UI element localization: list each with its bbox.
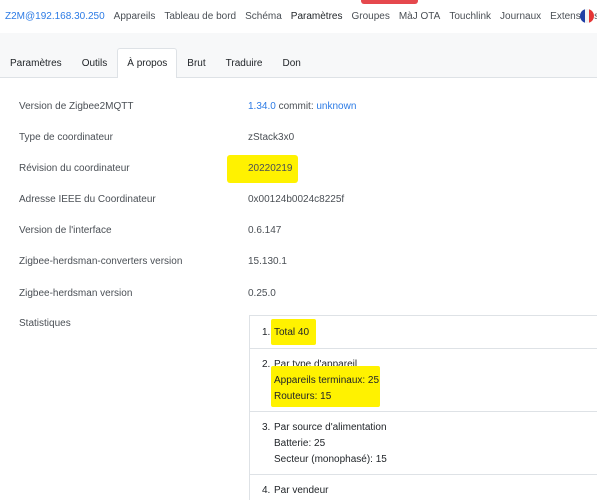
tab-about[interactable]: À propos xyxy=(117,48,178,78)
french-flag-icon[interactable] xyxy=(580,9,594,23)
nav-logs[interactable]: Journaux xyxy=(500,11,541,22)
coordinator-type-label: Type de coordinateur xyxy=(19,132,113,143)
coordinator-revision-value: 20220219 xyxy=(248,163,293,174)
stat-battery: Batterie: 25 xyxy=(274,438,326,449)
stat-number: 1. xyxy=(262,327,271,338)
nav-settings[interactable]: Paramètres xyxy=(291,11,343,22)
ieee-address-label: Adresse IEEE du Coordinateur xyxy=(19,194,156,205)
z2m-version-label: Version de Zigbee2MQTT xyxy=(19,101,134,112)
frontend-version-label: Version de l'interface xyxy=(19,225,112,236)
stat-mains: Secteur (monophasé): 15 xyxy=(274,454,387,465)
stat-by-power: 3. Par source d'alimentation Batterie: 2… xyxy=(250,411,597,474)
nav-touchlink[interactable]: Touchlink xyxy=(449,11,491,22)
zhc-version-value: 15.130.1 xyxy=(248,256,287,267)
nav-ota[interactable]: MàJ OTA xyxy=(399,11,440,22)
frontend-version-value: 0.6.147 xyxy=(248,225,282,236)
coordinator-type-value: zStack3x0 xyxy=(248,132,295,143)
stat-number: 2. xyxy=(262,359,271,370)
commit-label: commit: xyxy=(278,101,314,112)
brand-link[interactable]: Z2M@192.168.30.250 xyxy=(5,11,105,22)
nav-dashboard[interactable]: Tableau de bord xyxy=(164,11,236,22)
zhc-version-label: Zigbee-herdsman-converters version xyxy=(19,256,183,267)
top-navbar: Z2M@192.168.30.250 Appareils Tableau de … xyxy=(0,0,597,33)
tab-tools[interactable]: Outils xyxy=(72,48,118,78)
stat-number: 4. xyxy=(262,485,271,496)
stat-end-devices: Appareils terminaux: 25 xyxy=(274,375,380,386)
settings-tabs: Paramètres Outils À propos Brut Traduire… xyxy=(0,48,311,78)
tab-settings[interactable]: Paramètres xyxy=(0,48,72,78)
notification-badge[interactable] xyxy=(361,0,418,4)
zh-version-value: 0.25.0 xyxy=(248,288,276,299)
z2m-version-value: 1.34.0 commit: unknown xyxy=(248,101,356,112)
tab-translate[interactable]: Traduire xyxy=(216,48,273,78)
zh-version-label: Zigbee-herdsman version xyxy=(19,288,133,299)
stat-routers: Routeurs: 15 xyxy=(274,391,332,402)
stat-by-type: 2. Par type d'appareil Appareils termina… xyxy=(250,348,597,411)
stat-by-vendor-title: Par vendeur xyxy=(274,485,329,496)
tab-raw[interactable]: Brut xyxy=(177,48,215,78)
nav-map[interactable]: Schéma xyxy=(245,11,282,22)
nav-groups[interactable]: Groupes xyxy=(351,11,389,22)
statistics-label: Statistiques xyxy=(19,318,71,329)
z2m-version-link[interactable]: 1.34.0 xyxy=(248,101,276,112)
tab-donate[interactable]: Don xyxy=(273,48,311,78)
commit-link[interactable]: unknown xyxy=(316,101,356,112)
statistics-list: 1. Total 40 2. Par type d'appareil Appar… xyxy=(249,315,597,500)
nav-devices[interactable]: Appareils xyxy=(114,11,156,22)
stat-total-text: Total 40 xyxy=(274,327,310,338)
stat-total: 1. Total 40 xyxy=(250,316,597,348)
coordinator-revision-label: Révision du coordinateur xyxy=(19,163,130,174)
stat-by-vendor: 4. Par vendeur xyxy=(250,474,597,500)
stat-by-power-title: Par source d'alimentation xyxy=(274,422,387,433)
stat-number: 3. xyxy=(262,422,271,433)
ieee-address-value: 0x00124b0024c8225f xyxy=(248,194,345,205)
